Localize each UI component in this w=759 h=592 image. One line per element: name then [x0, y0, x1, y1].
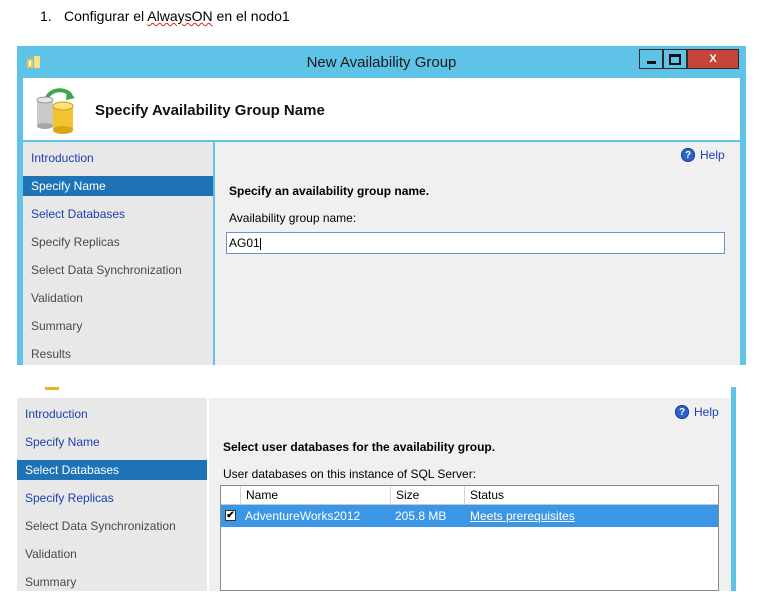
database-sync-icon	[36, 88, 75, 134]
help-icon: ?	[681, 148, 695, 162]
nav-item-select-data-sync: Select Data Synchronization	[31, 263, 182, 277]
nav-item-validation: Validation	[25, 547, 77, 561]
wizard-nav: Introduction Specify Name Select Databas…	[23, 142, 213, 365]
nav-item-introduction[interactable]: Introduction	[25, 404, 88, 424]
document-heading: 1. Configurar el AlwaysON en el nodo1	[40, 8, 290, 24]
help-label: Help	[694, 405, 719, 419]
maximize-button[interactable]	[663, 49, 687, 69]
minimize-icon	[646, 60, 656, 64]
wizard-nav: Introduction Specify Name Select Databas…	[17, 398, 207, 591]
wizard-header: Specify Availability Group Name	[23, 78, 740, 140]
content-pane: ? Help Select user databases for the ava…	[209, 398, 731, 591]
help-link[interactable]: ? Help	[675, 405, 719, 419]
text-caret	[259, 237, 261, 250]
close-icon: X	[709, 53, 717, 65]
cell-size: 205.8 MB	[395, 509, 447, 523]
icon-fragment	[45, 387, 59, 390]
nav-item-specify-name[interactable]: Specify Name	[25, 432, 100, 452]
nav-item-select-databases[interactable]: Select Databases	[31, 204, 125, 224]
grid-header: Name Size Status	[221, 486, 718, 505]
new-availability-group-window: New Availability Group X Specify Availab…	[17, 46, 746, 365]
select-databases-window: Introduction Specify Name Select Databas…	[17, 387, 736, 591]
column-header-check	[221, 486, 241, 504]
close-button[interactable]: X	[687, 49, 739, 69]
step-number: 1.	[40, 8, 52, 24]
nav-item-validation: Validation	[31, 291, 83, 305]
nav-item-specify-name[interactable]: Specify Name	[23, 176, 213, 196]
column-header-status[interactable]: Status	[465, 486, 718, 504]
minimize-button[interactable]	[639, 49, 663, 69]
maximize-icon	[669, 53, 681, 65]
nav-item-summary: Summary	[25, 575, 77, 589]
cell-status-link[interactable]: Meets prerequisites	[466, 505, 575, 527]
help-link[interactable]: ? Help	[681, 148, 725, 162]
checkmark-icon: ✔	[226, 510, 235, 521]
input-value: AG01	[229, 236, 260, 250]
column-header-name[interactable]: Name	[241, 486, 391, 504]
help-icon: ?	[675, 405, 689, 419]
title-bar[interactable]: New Availability Group X	[17, 46, 746, 78]
availability-group-name-input[interactable]: AG01	[226, 232, 725, 254]
nav-item-summary: Summary	[31, 319, 83, 333]
page-title: Specify Availability Group Name	[95, 102, 325, 119]
window-title: New Availability Group	[306, 54, 457, 71]
heading-prefix: Configurar el	[64, 8, 148, 24]
grid-label: User databases on this instance of SQL S…	[223, 467, 477, 481]
content-pane: ? Help Specify an availability group nam…	[215, 142, 740, 365]
nav-item-introduction[interactable]: Introduction	[31, 148, 94, 168]
column-header-size[interactable]: Size	[391, 486, 465, 504]
window-border	[731, 387, 736, 591]
heading-highlight: AlwaysON	[147, 8, 213, 24]
field-label: Availability group name:	[229, 211, 357, 225]
row-checkbox[interactable]: ✔	[225, 510, 236, 521]
nav-item-results: Results	[31, 347, 72, 361]
instruction-text: Specify an availability group name.	[229, 184, 430, 198]
heading-suffix: en el nodo1	[212, 8, 290, 24]
cell-name: AdventureWorks2012	[245, 509, 361, 523]
nav-item-specify-replicas: Specify Replicas	[31, 235, 120, 249]
nav-item-select-databases[interactable]: Select Databases	[17, 460, 207, 480]
nav-item-specify-replicas[interactable]: Specify Replicas	[25, 488, 114, 508]
instruction-text: Select user databases for the availabili…	[223, 440, 496, 454]
databases-grid: Name Size Status ✔ AdventureWorks2012 20…	[220, 485, 719, 591]
nav-item-select-data-sync: Select Data Synchronization	[25, 519, 176, 533]
table-row[interactable]: ✔ AdventureWorks2012 205.8 MB Meets prer…	[221, 505, 718, 527]
help-label: Help	[700, 148, 725, 162]
